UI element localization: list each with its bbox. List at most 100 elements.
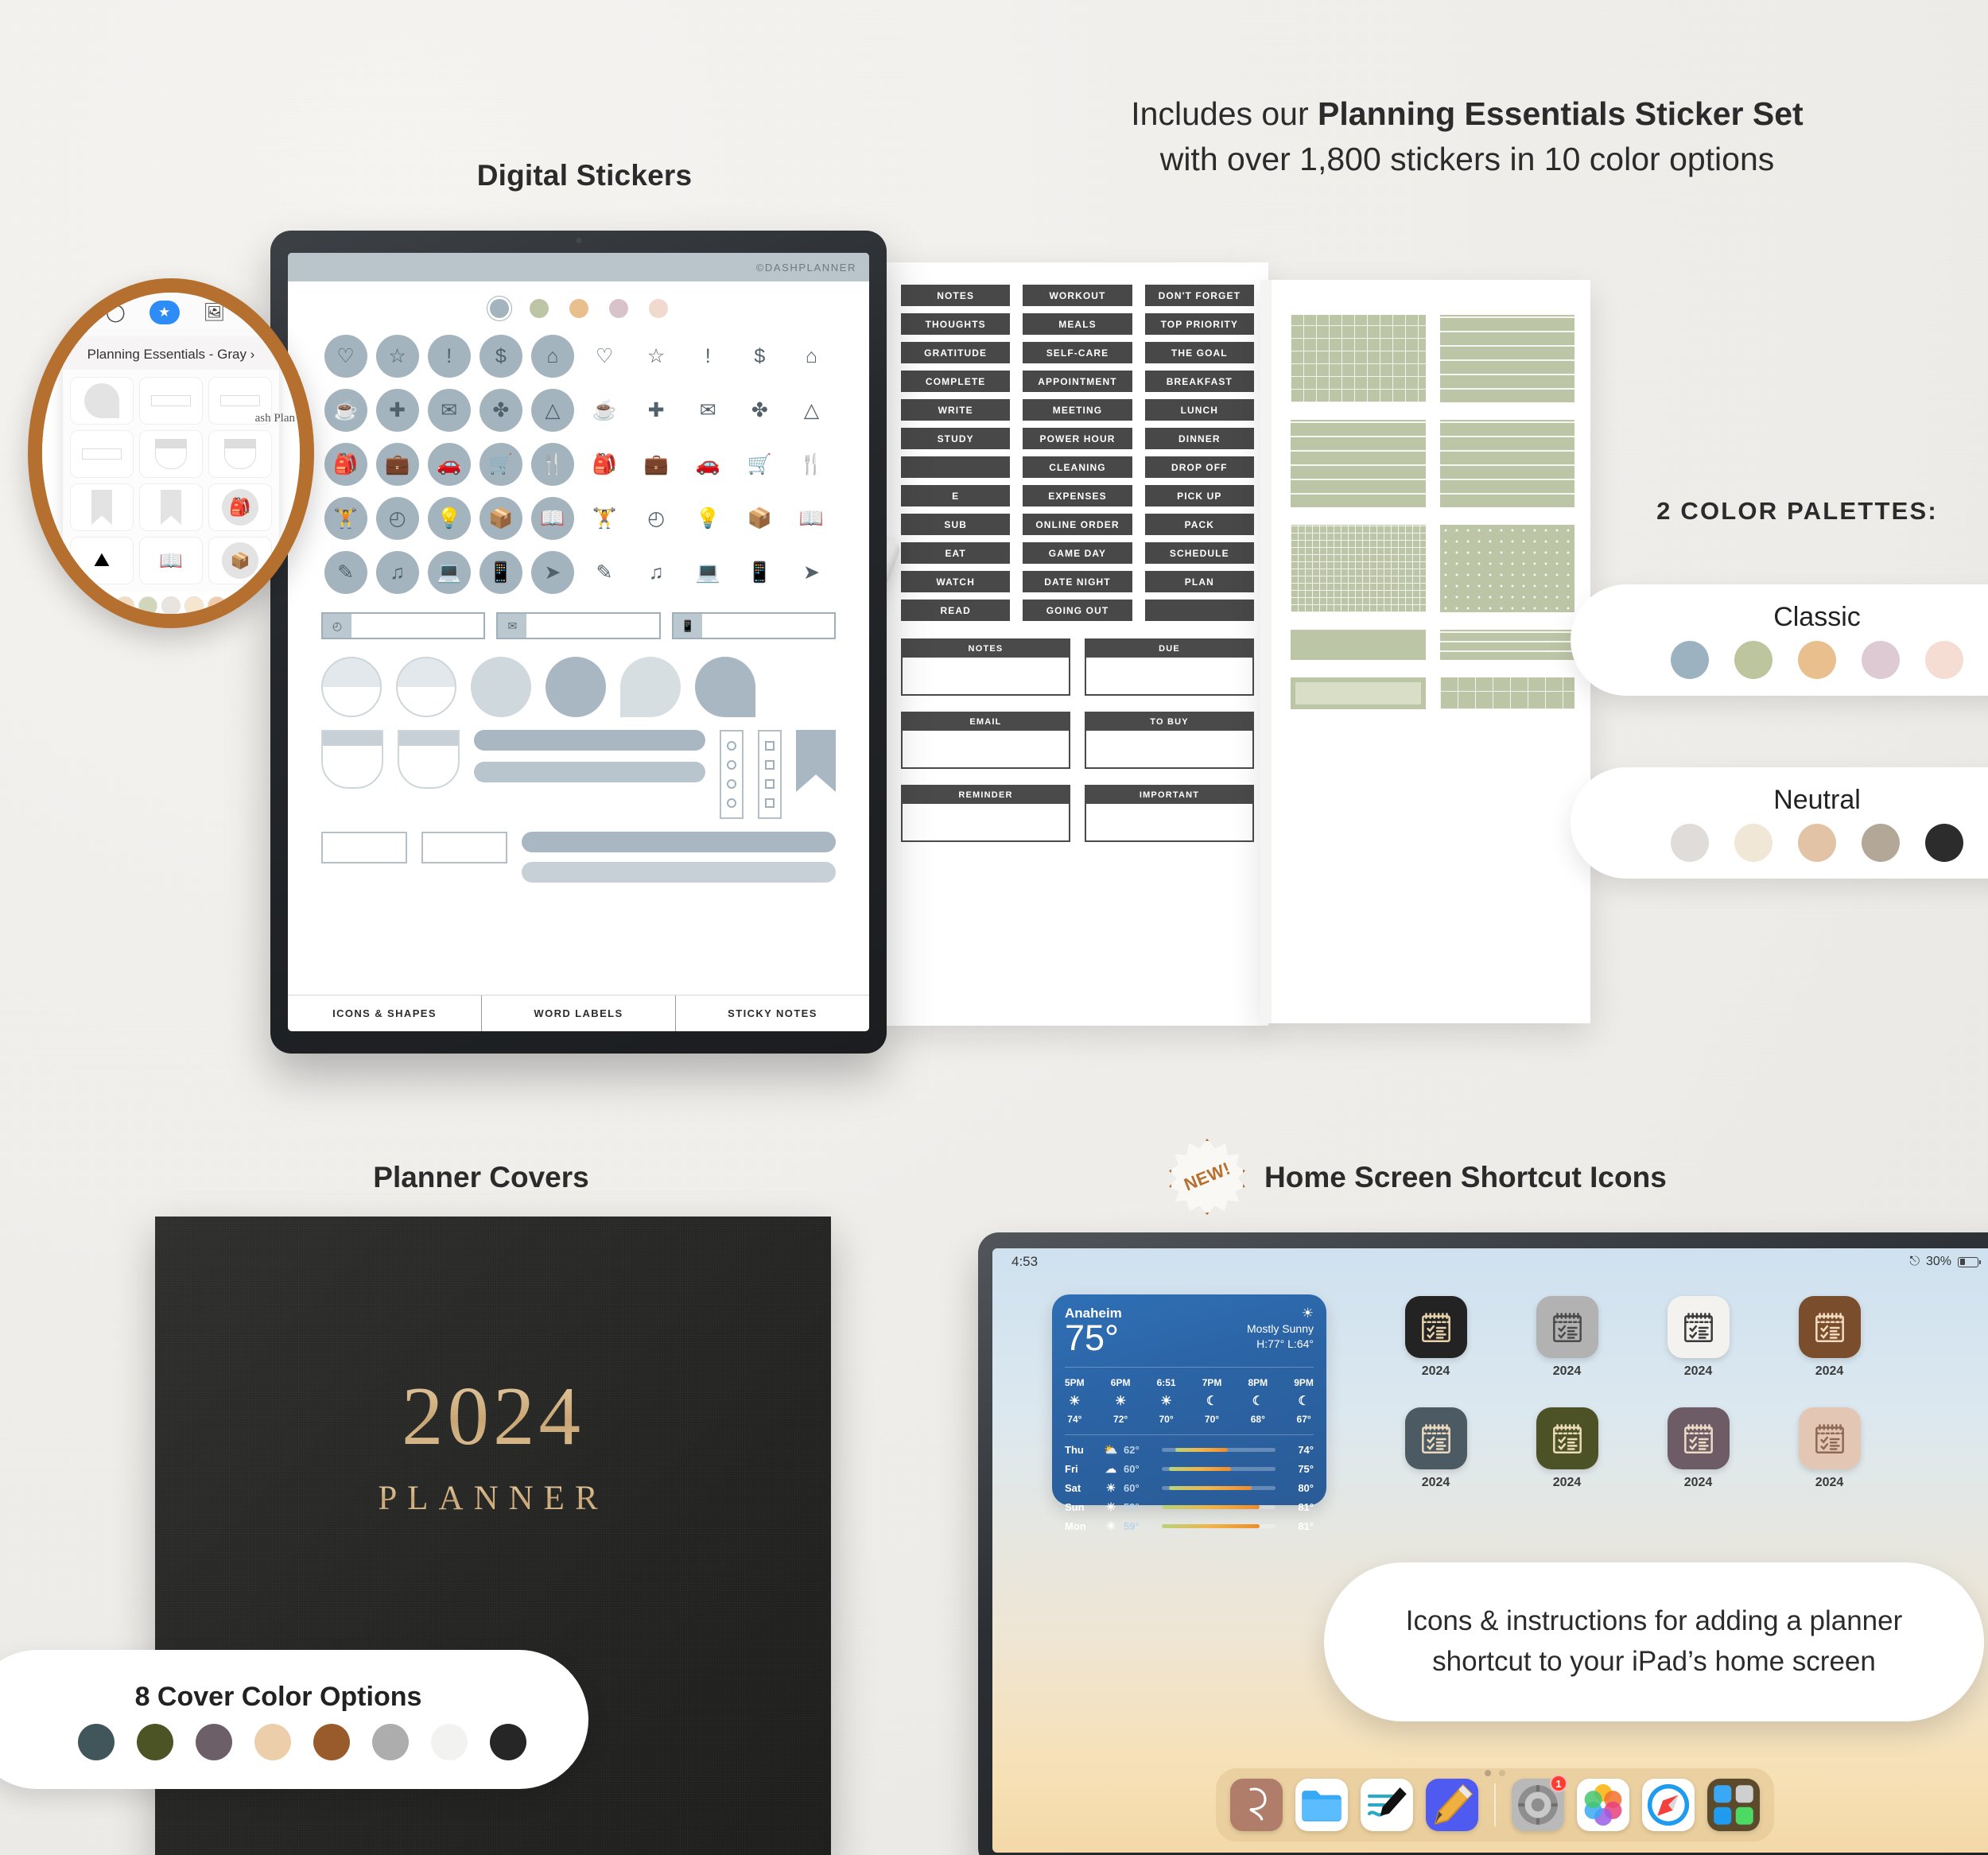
open-book-icon[interactable]: 📖 xyxy=(528,496,577,541)
label-bar-sticker[interactable]: 📱 xyxy=(671,612,836,639)
word-label-sticker[interactable]: EAT xyxy=(901,542,1011,564)
word-label-sticker[interactable]: DATE NIGHT xyxy=(1023,571,1132,592)
dock-icon-notes-pencil[interactable] xyxy=(1426,1779,1478,1831)
home-app-icon[interactable]: 2024 xyxy=(1667,1407,1730,1490)
backpack-icon[interactable]: 🎒 xyxy=(321,442,370,487)
word-label-sticker[interactable] xyxy=(1144,600,1254,621)
home-app-icon[interactable]: 2024 xyxy=(1798,1296,1861,1379)
green-note-sticker-lined[interactable] xyxy=(1291,420,1426,507)
lightbulb-icon[interactable]: 💡 xyxy=(425,496,473,541)
car-icon[interactable]: 🚗 xyxy=(684,442,732,487)
word-label-sticker[interactable]: DINNER xyxy=(1144,428,1254,449)
word-label-sticker[interactable]: WRITE xyxy=(901,399,1011,421)
word-label-sticker[interactable]: ONLINE ORDER xyxy=(1023,514,1132,535)
pencil-icon[interactable]: ✎ xyxy=(580,550,628,595)
medical-cross-icon[interactable]: ✚ xyxy=(632,388,681,433)
planner-notepad-icon[interactable] xyxy=(1667,1407,1730,1469)
green-note-sticker-lined-wide[interactable] xyxy=(1439,630,1574,660)
home-app-icon[interactable]: 2024 xyxy=(1798,1407,1861,1490)
word-label-sticker[interactable]: EXPENSES xyxy=(1023,485,1132,506)
sticker-app-toolbar[interactable]: ✂ ◯ ★ 🖼 ⌨ xyxy=(42,293,300,332)
sticker-tab-bar[interactable]: ICONS & SHAPES WORD LABELS STICKY NOTES xyxy=(288,995,869,1031)
dock-icon-settings[interactable]: 1 xyxy=(1512,1775,1567,1831)
exclamation-icon[interactable]: ! xyxy=(684,334,732,378)
home-app-icon[interactable]: 2024 xyxy=(1536,1407,1598,1490)
green-note-sticker-dot-grid[interactable] xyxy=(1439,525,1574,612)
planner-notepad-icon[interactable] xyxy=(1536,1296,1598,1358)
package-box-icon[interactable]: 📦 xyxy=(476,496,525,541)
sticker-cell-book[interactable]: 📖 xyxy=(139,537,203,584)
planner-notepad-icon[interactable] xyxy=(1536,1407,1598,1469)
home-app-icon[interactable]: 2024 xyxy=(1667,1296,1730,1379)
word-label-sticker[interactable]: SCHEDULE xyxy=(1144,542,1254,564)
sticker-star-icon[interactable]: ★ xyxy=(149,301,180,324)
image-icon[interactable]: 🖼 xyxy=(204,302,226,323)
word-label-sticker[interactable]: GOING OUT xyxy=(1023,600,1132,621)
music-note-icon[interactable]: ♫ xyxy=(373,550,421,595)
dock-icon-notability[interactable] xyxy=(1361,1779,1413,1831)
word-label-sticker[interactable]: GAME DAY xyxy=(1023,542,1132,564)
sticker-cell[interactable] xyxy=(70,430,134,478)
lightbulb-icon[interactable]: 💡 xyxy=(684,496,732,541)
word-label-sticker[interactable]: POWER HOUR xyxy=(1023,428,1132,449)
word-label-sticker[interactable]: TOP PRIORITY xyxy=(1144,313,1254,335)
color-swatch[interactable] xyxy=(231,596,250,614)
sticky-note-sticker[interactable]: IMPORTANT xyxy=(1085,785,1254,842)
word-label-sticker[interactable]: WATCH xyxy=(901,571,1011,592)
planner-notepad-icon[interactable] xyxy=(1404,1296,1467,1358)
text-box-icon[interactable]: ⌨ xyxy=(250,302,275,323)
word-label-sticker[interactable]: WORKOUT xyxy=(1023,285,1132,306)
sticker-color-dot[interactable] xyxy=(608,299,628,318)
home-app-icon[interactable]: 2024 xyxy=(1536,1296,1598,1379)
sticker-cell[interactable] xyxy=(70,483,134,531)
color-swatch[interactable] xyxy=(208,596,227,614)
cupcake-icon[interactable]: △ xyxy=(787,388,836,433)
color-swatch[interactable] xyxy=(138,596,157,614)
word-label-sticker[interactable]: PACK xyxy=(1144,514,1254,535)
clock-icon[interactable]: ◴ xyxy=(373,496,421,541)
lasso-icon[interactable]: ✂ xyxy=(68,302,82,323)
dock-icon-photos[interactable] xyxy=(1577,1779,1629,1831)
smartphone-icon[interactable]: 📱 xyxy=(736,550,784,595)
word-label-sticker[interactable]: NOTES xyxy=(901,285,1011,306)
weather-widget[interactable]: Anaheim 75° ☀ Mostly Sunny H:77° L:64° 5… xyxy=(1052,1294,1326,1532)
heart-icon[interactable]: ♡ xyxy=(321,334,370,378)
word-label-sticker[interactable]: CLEANING xyxy=(1023,456,1132,478)
sticky-note-sticker[interactable]: EMAIL xyxy=(901,712,1070,769)
clock-icon[interactable]: ◴ xyxy=(632,496,681,541)
envelope-icon[interactable]: ✉ xyxy=(425,388,473,433)
sticker-color-dot[interactable] xyxy=(529,299,549,318)
word-label-sticker[interactable]: APPOINTMENT xyxy=(1023,371,1132,392)
utensils-icon[interactable]: 🍴 xyxy=(787,442,836,487)
sticker-cell[interactable] xyxy=(208,430,272,478)
word-label-sticker[interactable]: THOUGHTS xyxy=(901,313,1011,335)
sticker-color-dots[interactable] xyxy=(288,281,869,329)
home-icon[interactable]: ⌂ xyxy=(528,334,577,378)
word-label-sticker[interactable]: PICK UP xyxy=(1144,485,1254,506)
sticker-cell[interactable] xyxy=(139,483,203,531)
planner-notepad-icon[interactable] xyxy=(1798,1296,1861,1358)
word-label-sticker[interactable]: MEETING xyxy=(1023,399,1132,421)
coffee-cup-icon[interactable]: ☕ xyxy=(580,388,628,433)
home-app-icon[interactable]: 2024 xyxy=(1404,1296,1467,1379)
word-label-sticker[interactable]: E xyxy=(901,485,1011,506)
paw-print-icon[interactable]: ✤ xyxy=(476,388,525,433)
sticky-note-sticker[interactable]: DUE xyxy=(1085,638,1254,696)
green-note-sticker-numbered[interactable] xyxy=(1439,420,1574,507)
sticker-cell[interactable] xyxy=(70,377,134,425)
sticker-cell[interactable] xyxy=(139,430,203,478)
dollar-icon[interactable]: $ xyxy=(476,334,525,378)
selection-icon[interactable]: ◯ xyxy=(106,302,126,323)
sticker-color-dot[interactable] xyxy=(648,299,668,318)
coffee-cup-icon[interactable]: ☕ xyxy=(321,388,370,433)
sticky-note-sticker[interactable]: NOTES xyxy=(901,638,1070,696)
color-swatch[interactable] xyxy=(92,596,111,614)
word-label-sticker[interactable]: BREAKFAST xyxy=(1144,371,1254,392)
smartphone-icon[interactable]: 📱 xyxy=(476,550,525,595)
tab-word-labels[interactable]: WORD LABELS xyxy=(481,995,675,1031)
sticky-note-sticker[interactable]: REMINDER xyxy=(901,785,1070,842)
star-icon[interactable]: ☆ xyxy=(373,334,421,378)
shopping-cart-icon[interactable]: 🛒 xyxy=(476,442,525,487)
word-label-sticker[interactable]: DROP OFF xyxy=(1144,456,1254,478)
backpack-icon[interactable]: 🎒 xyxy=(580,442,628,487)
